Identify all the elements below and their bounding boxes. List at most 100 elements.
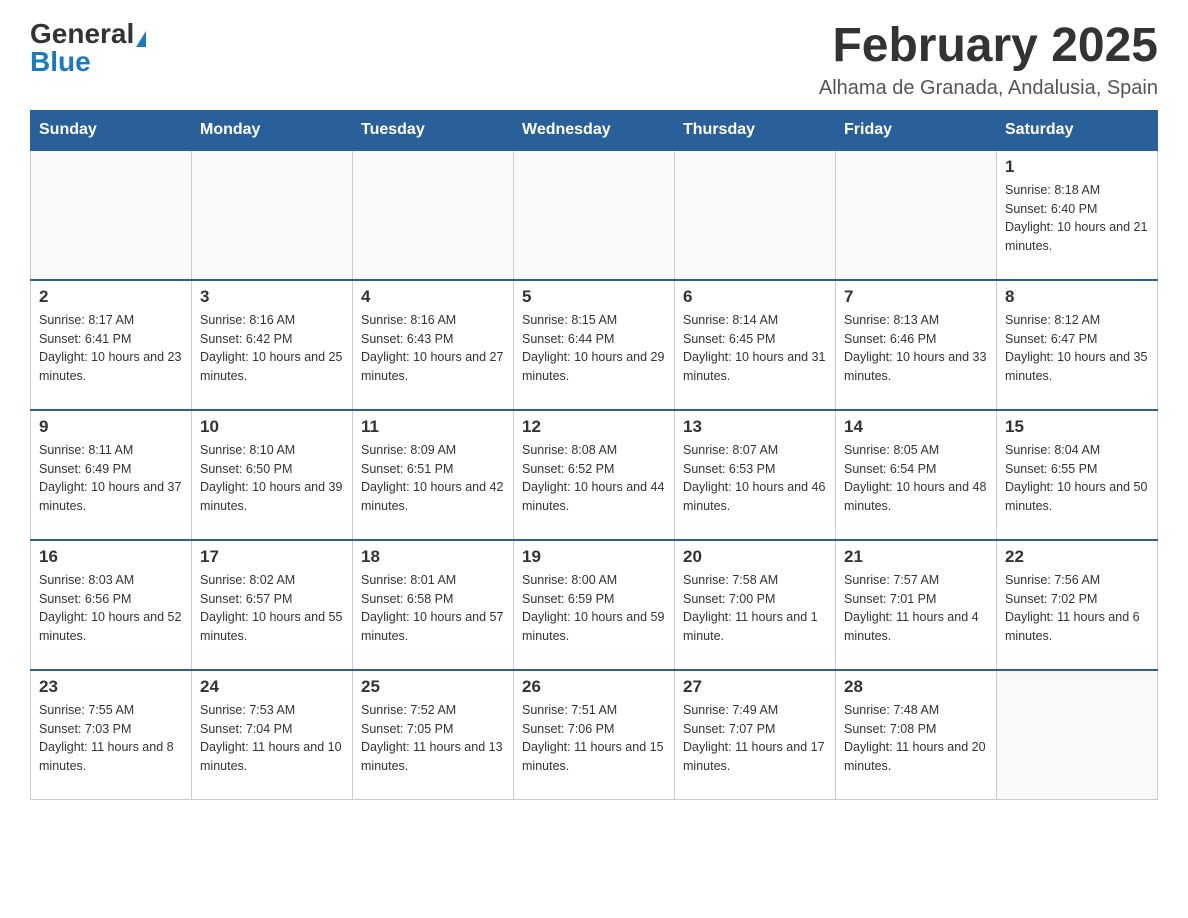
calendar-week-row: 16 Sunrise: 8:03 AM Sunset: 6:56 PM Dayli… bbox=[31, 540, 1158, 670]
day-info: Sunrise: 8:01 AM Sunset: 6:58 PM Dayligh… bbox=[361, 571, 505, 646]
calendar-cell: 5 Sunrise: 8:15 AM Sunset: 6:44 PM Daylig… bbox=[514, 280, 675, 410]
calendar-cell: 3 Sunrise: 8:16 AM Sunset: 6:42 PM Daylig… bbox=[192, 280, 353, 410]
day-number: 3 bbox=[200, 287, 344, 307]
day-info: Sunrise: 8:11 AM Sunset: 6:49 PM Dayligh… bbox=[39, 441, 183, 516]
day-header-friday: Friday bbox=[836, 110, 997, 150]
calendar-cell bbox=[675, 150, 836, 280]
day-number: 10 bbox=[200, 417, 344, 437]
calendar-cell: 20 Sunrise: 7:58 AM Sunset: 7:00 PM Dayli… bbox=[675, 540, 836, 670]
day-info: Sunrise: 8:16 AM Sunset: 6:42 PM Dayligh… bbox=[200, 311, 344, 386]
day-header-saturday: Saturday bbox=[997, 110, 1158, 150]
day-number: 12 bbox=[522, 417, 666, 437]
day-info: Sunrise: 7:48 AM Sunset: 7:08 PM Dayligh… bbox=[844, 701, 988, 776]
logo-triangle-icon bbox=[136, 31, 146, 47]
day-info: Sunrise: 7:56 AM Sunset: 7:02 PM Dayligh… bbox=[1005, 571, 1149, 646]
day-header-monday: Monday bbox=[192, 110, 353, 150]
calendar-cell bbox=[353, 150, 514, 280]
calendar-week-row: 23Sunrise: 7:55 AM Sunset: 7:03 PM Dayli… bbox=[31, 670, 1158, 800]
day-header-thursday: Thursday bbox=[675, 110, 836, 150]
day-number: 1 bbox=[1005, 157, 1149, 177]
day-info: Sunrise: 7:53 AM Sunset: 7:04 PM Dayligh… bbox=[200, 701, 344, 776]
calendar-cell: 8 Sunrise: 8:12 AM Sunset: 6:47 PM Daylig… bbox=[997, 280, 1158, 410]
calendar-week-row: 9 Sunrise: 8:11 AM Sunset: 6:49 PM Daylig… bbox=[31, 410, 1158, 540]
calendar-table: SundayMondayTuesdayWednesdayThursdayFrid… bbox=[30, 110, 1158, 801]
calendar-week-row: 1 Sunrise: 8:18 AM Sunset: 6:40 PM Daylig… bbox=[31, 150, 1158, 280]
day-info: Sunrise: 8:18 AM Sunset: 6:40 PM Dayligh… bbox=[1005, 181, 1149, 256]
day-info: Sunrise: 8:07 AM Sunset: 6:53 PM Dayligh… bbox=[683, 441, 827, 516]
day-number: 4 bbox=[361, 287, 505, 307]
calendar-cell: 9 Sunrise: 8:11 AM Sunset: 6:49 PM Daylig… bbox=[31, 410, 192, 540]
day-info: Sunrise: 7:58 AM Sunset: 7:00 PM Dayligh… bbox=[683, 571, 827, 646]
calendar-cell: 1 Sunrise: 8:18 AM Sunset: 6:40 PM Daylig… bbox=[997, 150, 1158, 280]
location-text: Alhama de Granada, Andalusia, Spain bbox=[819, 77, 1158, 100]
day-info: Sunrise: 8:08 AM Sunset: 6:52 PM Dayligh… bbox=[522, 441, 666, 516]
calendar-cell: 17 Sunrise: 8:02 AM Sunset: 6:57 PM Dayli… bbox=[192, 540, 353, 670]
calendar-cell: 22 Sunrise: 7:56 AM Sunset: 7:02 PM Dayli… bbox=[997, 540, 1158, 670]
day-number: 6 bbox=[683, 287, 827, 307]
calendar-cell: 24 Sunrise: 7:53 AM Sunset: 7:04 PM Dayli… bbox=[192, 670, 353, 800]
day-info: Sunrise: 7:51 AM Sunset: 7:06 PM Dayligh… bbox=[522, 701, 666, 776]
day-info: Sunrise: 7:49 AM Sunset: 7:07 PM Dayligh… bbox=[683, 701, 827, 776]
calendar-cell: 7 Sunrise: 8:13 AM Sunset: 6:46 PM Daylig… bbox=[836, 280, 997, 410]
day-header-wednesday: Wednesday bbox=[514, 110, 675, 150]
calendar-cell: 18Sunrise: 8:01 AM Sunset: 6:58 PM Dayli… bbox=[353, 540, 514, 670]
day-number: 8 bbox=[1005, 287, 1149, 307]
day-number: 28 bbox=[844, 677, 988, 697]
calendar-cell: 13 Sunrise: 8:07 AM Sunset: 6:53 PM Dayli… bbox=[675, 410, 836, 540]
day-info: Sunrise: 8:15 AM Sunset: 6:44 PM Dayligh… bbox=[522, 311, 666, 386]
day-number: 14 bbox=[844, 417, 988, 437]
day-number: 15 bbox=[1005, 417, 1149, 437]
calendar-cell: 2 Sunrise: 8:17 AM Sunset: 6:41 PM Daylig… bbox=[31, 280, 192, 410]
logo-general-row: General bbox=[30, 20, 146, 48]
day-number: 9 bbox=[39, 417, 183, 437]
calendar-cell: 16 Sunrise: 8:03 AM Sunset: 6:56 PM Dayli… bbox=[31, 540, 192, 670]
month-title: February 2025 bbox=[819, 20, 1158, 73]
calendar-cell bbox=[514, 150, 675, 280]
calendar-cell bbox=[31, 150, 192, 280]
day-number: 13 bbox=[683, 417, 827, 437]
day-info: Sunrise: 8:10 AM Sunset: 6:50 PM Dayligh… bbox=[200, 441, 344, 516]
day-info: Sunrise: 8:05 AM Sunset: 6:54 PM Dayligh… bbox=[844, 441, 988, 516]
day-number: 5 bbox=[522, 287, 666, 307]
calendar-cell bbox=[192, 150, 353, 280]
day-info: Sunrise: 8:02 AM Sunset: 6:57 PM Dayligh… bbox=[200, 571, 344, 646]
day-number: 25 bbox=[361, 677, 505, 697]
day-info: Sunrise: 8:16 AM Sunset: 6:43 PM Dayligh… bbox=[361, 311, 505, 386]
day-info: Sunrise: 8:12 AM Sunset: 6:47 PM Dayligh… bbox=[1005, 311, 1149, 386]
day-header-tuesday: Tuesday bbox=[353, 110, 514, 150]
calendar-cell: 19Sunrise: 8:00 AM Sunset: 6:59 PM Dayli… bbox=[514, 540, 675, 670]
day-number: 17 bbox=[200, 547, 344, 567]
day-number: 20 bbox=[683, 547, 827, 567]
day-info: Sunrise: 8:17 AM Sunset: 6:41 PM Dayligh… bbox=[39, 311, 183, 386]
calendar-cell: 15Sunrise: 8:04 AM Sunset: 6:55 PM Dayli… bbox=[997, 410, 1158, 540]
day-number: 2 bbox=[39, 287, 183, 307]
calendar-cell: 26 Sunrise: 7:51 AM Sunset: 7:06 PM Dayli… bbox=[514, 670, 675, 800]
calendar-cell: 21 Sunrise: 7:57 AM Sunset: 7:01 PM Dayli… bbox=[836, 540, 997, 670]
calendar-cell bbox=[836, 150, 997, 280]
day-number: 24 bbox=[200, 677, 344, 697]
day-number: 22 bbox=[1005, 547, 1149, 567]
page-header: General Blue February 2025 Alhama de Gra… bbox=[30, 20, 1158, 100]
day-info: Sunrise: 8:03 AM Sunset: 6:56 PM Dayligh… bbox=[39, 571, 183, 646]
calendar-cell: 14 Sunrise: 8:05 AM Sunset: 6:54 PM Dayli… bbox=[836, 410, 997, 540]
day-number: 21 bbox=[844, 547, 988, 567]
calendar-cell: 11Sunrise: 8:09 AM Sunset: 6:51 PM Dayli… bbox=[353, 410, 514, 540]
calendar-cell: 27 Sunrise: 7:49 AM Sunset: 7:07 PM Dayli… bbox=[675, 670, 836, 800]
calendar-cell: 28 Sunrise: 7:48 AM Sunset: 7:08 PM Dayli… bbox=[836, 670, 997, 800]
day-number: 23 bbox=[39, 677, 183, 697]
day-number: 7 bbox=[844, 287, 988, 307]
day-info: Sunrise: 8:14 AM Sunset: 6:45 PM Dayligh… bbox=[683, 311, 827, 386]
calendar-cell bbox=[997, 670, 1158, 800]
logo-blue-text: Blue bbox=[30, 46, 91, 77]
day-number: 26 bbox=[522, 677, 666, 697]
day-info: Sunrise: 8:09 AM Sunset: 6:51 PM Dayligh… bbox=[361, 441, 505, 516]
day-number: 27 bbox=[683, 677, 827, 697]
calendar-cell: 6 Sunrise: 8:14 AM Sunset: 6:45 PM Daylig… bbox=[675, 280, 836, 410]
calendar-cell: 23Sunrise: 7:55 AM Sunset: 7:03 PM Dayli… bbox=[31, 670, 192, 800]
day-number: 16 bbox=[39, 547, 183, 567]
logo: General Blue bbox=[30, 20, 146, 76]
day-info: Sunrise: 8:13 AM Sunset: 6:46 PM Dayligh… bbox=[844, 311, 988, 386]
calendar-cell: 25Sunrise: 7:52 AM Sunset: 7:05 PM Dayli… bbox=[353, 670, 514, 800]
day-info: Sunrise: 7:57 AM Sunset: 7:01 PM Dayligh… bbox=[844, 571, 988, 646]
calendar-header-row: SundayMondayTuesdayWednesdayThursdayFrid… bbox=[31, 110, 1158, 150]
